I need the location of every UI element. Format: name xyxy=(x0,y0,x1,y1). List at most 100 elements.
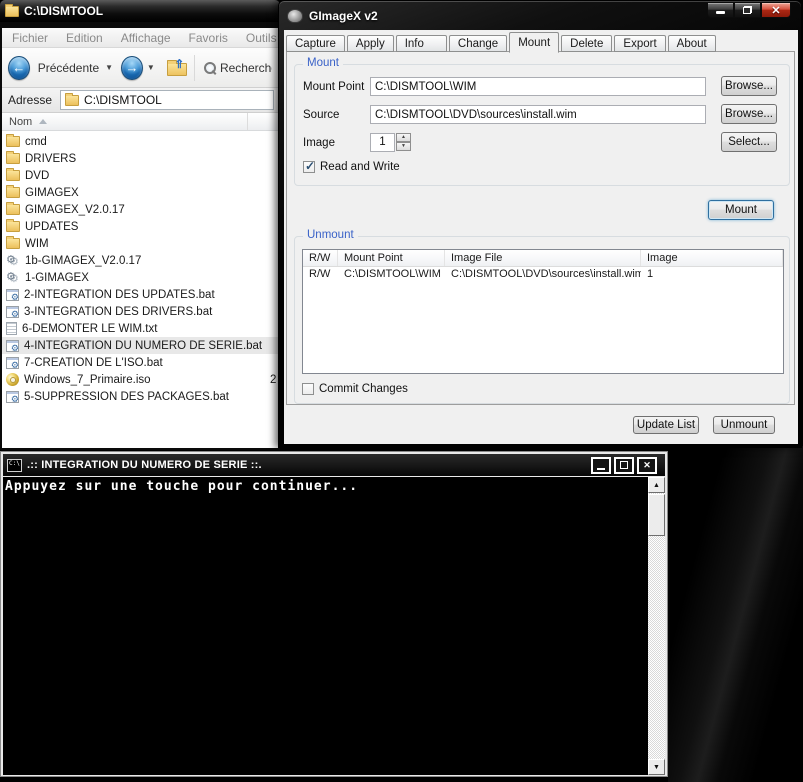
list-item-selected[interactable]: 4-INTEGRATION DU NUMERO DE SERIE.bat xyxy=(2,337,278,354)
list-item[interactable]: DRIVERS xyxy=(2,150,278,167)
source-browse-button[interactable]: Browse... xyxy=(721,104,777,124)
up-folder-button[interactable]: ⇑ xyxy=(167,59,187,76)
search-icon[interactable] xyxy=(203,61,216,75)
console-output[interactable]: Appuyez sur une touche pour continuer...… xyxy=(3,477,665,775)
spinner-down-button[interactable]: ▼ xyxy=(396,142,411,151)
tab-apply[interactable]: Apply xyxy=(347,35,394,52)
unmount-group-label: Unmount xyxy=(303,229,358,241)
address-input[interactable]: C:\DISMTOOL xyxy=(60,90,274,110)
mount-group-label: Mount xyxy=(303,57,343,69)
minimize-button[interactable] xyxy=(591,457,611,474)
tab-export[interactable]: Export xyxy=(614,35,665,52)
gimagex-window: GImageX v2 ✕ Capture Apply Info Change M… xyxy=(278,0,802,448)
window-title: C:\DISMTOOL xyxy=(24,4,103,18)
caption-buttons: ✕ xyxy=(707,2,791,18)
list-item[interactable]: 7-CREATION DE L'ISO.bat xyxy=(2,354,278,371)
list-item[interactable]: cmd xyxy=(2,133,278,150)
list-item[interactable]: DVD xyxy=(2,167,278,184)
read-write-checkbox[interactable]: Read and Write xyxy=(303,161,400,173)
maximize-button[interactable] xyxy=(734,2,761,18)
close-button[interactable]: ✕ xyxy=(761,2,791,18)
scrollbar-thumb[interactable] xyxy=(648,494,665,536)
address-value: C:\DISMTOOL xyxy=(84,93,162,107)
menu-outils[interactable]: Outils xyxy=(246,31,277,45)
column-header-size[interactable] xyxy=(248,113,278,130)
list-header-row: R/W Mount Point Image File Image xyxy=(303,250,783,267)
unmount-button[interactable]: Unmount xyxy=(713,416,775,434)
application-icon xyxy=(6,271,20,284)
column-header-name[interactable]: Nom xyxy=(2,113,248,130)
column-mount-point[interactable]: Mount Point xyxy=(338,250,445,266)
list-item[interactable]: 3-INTEGRATION DES DRIVERS.bat xyxy=(2,303,278,320)
checkbox-checked-icon xyxy=(303,161,315,173)
read-write-label: Read and Write xyxy=(320,161,400,173)
tab-info[interactable]: Info xyxy=(396,35,447,52)
batch-file-icon xyxy=(6,306,19,318)
list-item[interactable]: 1b-GIMAGEX_V2.0.17 xyxy=(2,252,278,269)
explorer-titlebar[interactable]: C:\DISMTOOL xyxy=(0,0,280,22)
mounted-images-list[interactable]: R/W Mount Point Image File Image R/W C:\… xyxy=(302,249,784,374)
menu-fichier[interactable]: Fichier xyxy=(12,31,48,45)
mount-button[interactable]: Mount xyxy=(708,200,774,220)
up-arrow-icon: ⇑ xyxy=(174,57,184,71)
maximize-button[interactable] xyxy=(614,457,634,474)
tab-delete[interactable]: Delete xyxy=(561,35,612,52)
list-item[interactable]: 1-GIMAGEX xyxy=(2,269,278,286)
tab-about[interactable]: About xyxy=(668,35,716,52)
column-header-row: Nom xyxy=(2,113,278,131)
list-item[interactable]: Windows_7_Primaire.iso2 xyxy=(2,371,278,388)
spinner-up-button[interactable]: ▲ xyxy=(396,133,411,142)
list-item[interactable]: 5-SUPPRESSION DES PACKAGES.bat xyxy=(2,388,278,405)
image-spinner-value[interactable]: 1 xyxy=(370,133,395,152)
table-row[interactable]: R/W C:\DISMTOOL\WIM C:\DISMTOOL\DVD\sour… xyxy=(303,267,783,282)
close-button[interactable]: ✕ xyxy=(637,457,657,474)
folder-icon xyxy=(6,153,20,164)
batch-file-icon xyxy=(6,357,19,369)
list-item[interactable]: UPDATES xyxy=(2,218,278,235)
column-image[interactable]: Image xyxy=(641,250,783,266)
column-rw[interactable]: R/W xyxy=(303,250,338,266)
scrollbar[interactable]: ▲ ▼ xyxy=(648,477,665,775)
source-input[interactable] xyxy=(370,105,706,124)
checkbox-unchecked-icon xyxy=(302,383,314,395)
file-list: cmd DRIVERS DVD GIMAGEX GIMAGEX_V2.0.17 … xyxy=(2,131,278,448)
address-label: Adresse xyxy=(6,93,54,107)
list-item[interactable]: WIM xyxy=(2,235,278,252)
menu-affichage[interactable]: Affichage xyxy=(121,31,171,45)
forward-button[interactable]: → xyxy=(121,56,143,80)
search-label[interactable]: Recherche xyxy=(220,61,272,75)
back-dropdown-icon[interactable]: ▼ xyxy=(105,63,113,72)
close-icon: ✕ xyxy=(771,4,780,17)
list-item[interactable]: GIMAGEX_V2.0.17 xyxy=(2,201,278,218)
console-titlebar[interactable]: .:: INTEGRATION DU NUMERO DE SERIE ::. ✕ xyxy=(3,454,665,476)
forward-dropdown-icon[interactable]: ▼ xyxy=(147,63,155,72)
tab-capture[interactable]: Capture xyxy=(286,35,345,52)
image-spinner: 1 ▲ ▼ xyxy=(370,133,411,152)
console-caption-buttons: ✕ xyxy=(591,457,657,474)
back-button[interactable]: ← xyxy=(8,56,30,80)
tab-change[interactable]: Change xyxy=(449,35,507,52)
menu-edition[interactable]: Edition xyxy=(66,31,103,45)
minimize-icon xyxy=(597,468,605,470)
scroll-down-button[interactable]: ▼ xyxy=(648,759,665,775)
list-item[interactable]: GIMAGEX xyxy=(2,184,278,201)
column-image-file[interactable]: Image File xyxy=(445,250,641,266)
image-select-button[interactable]: Select... xyxy=(721,132,777,152)
commit-changes-checkbox[interactable]: Commit Changes xyxy=(302,383,408,395)
image-label: Image xyxy=(303,137,335,149)
tab-mount[interactable]: Mount xyxy=(509,32,559,53)
mount-point-input[interactable] xyxy=(370,77,706,96)
update-list-button[interactable]: Update List xyxy=(633,416,699,434)
minimize-button[interactable] xyxy=(707,2,734,18)
menu-favoris[interactable]: Favoris xyxy=(189,31,228,45)
address-bar: Adresse C:\DISMTOOL xyxy=(2,88,278,113)
close-icon: ✕ xyxy=(643,460,651,471)
mount-point-browse-button[interactable]: Browse... xyxy=(721,76,777,96)
sort-ascending-icon xyxy=(39,119,47,124)
scroll-up-button[interactable]: ▲ xyxy=(648,477,665,493)
list-item[interactable]: 2-INTEGRATION DES UPDATES.bat xyxy=(2,286,278,303)
folder-icon xyxy=(6,221,20,232)
list-item[interactable]: 6-DEMONTER LE WIM.txt xyxy=(2,320,278,337)
minimize-icon xyxy=(716,11,725,14)
disc-image-icon xyxy=(6,373,19,386)
